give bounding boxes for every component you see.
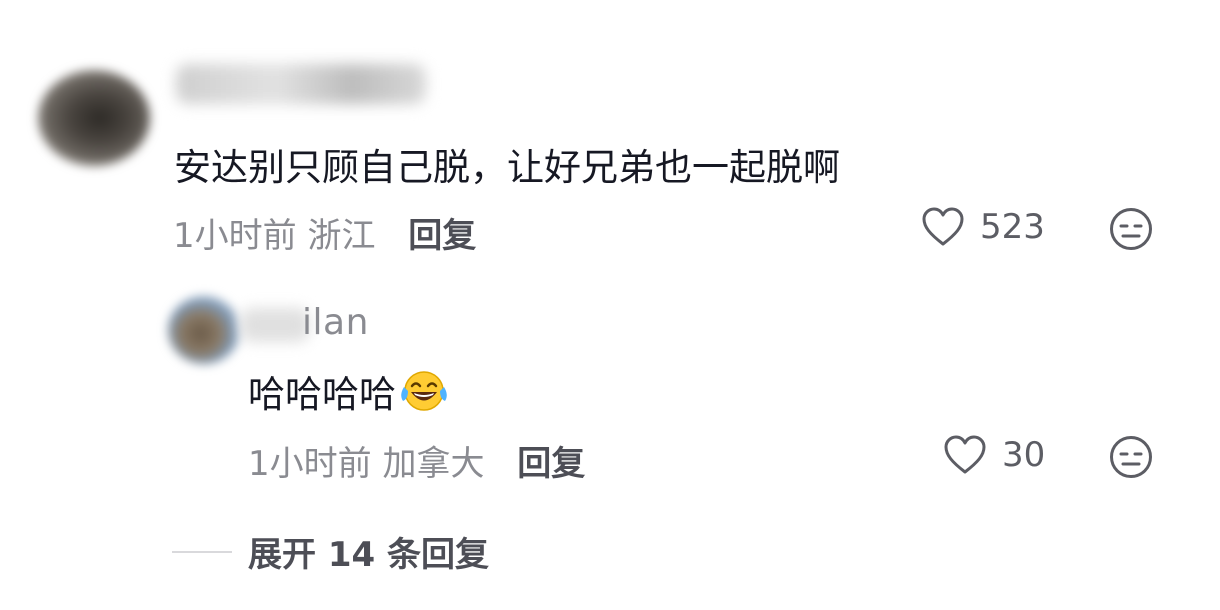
username-blurred[interactable] xyxy=(240,308,310,342)
expand-replies-label: 展开 14 条回复 xyxy=(248,535,489,575)
comment-meta: 1小时前 浙江 回复 xyxy=(173,208,476,257)
reply-text-content: 哈哈哈哈 xyxy=(248,373,396,416)
dislike-button[interactable] xyxy=(1108,434,1154,484)
comment-text: 安达别只顾自己脱，让好兄弟也一起脱啊 xyxy=(174,146,840,189)
username-blurred[interactable] xyxy=(176,64,426,104)
reply-time: 1小时前 xyxy=(248,444,372,484)
neutral-face-icon xyxy=(1110,436,1152,478)
tears-of-joy-emoji xyxy=(401,371,447,411)
username[interactable]: ilan xyxy=(302,302,369,343)
like-count: 523 xyxy=(980,207,1045,247)
dislike-button[interactable] xyxy=(1108,206,1154,256)
like-button[interactable]: 523 xyxy=(920,206,1045,248)
reply-button[interactable]: 回复 xyxy=(517,444,585,484)
reply-text: 哈哈哈哈 xyxy=(248,364,450,418)
comment-time: 1小时前 xyxy=(173,216,297,256)
neutral-face-icon xyxy=(1110,208,1152,250)
reply-location: 加拿大 xyxy=(382,444,485,484)
like-button[interactable]: 30 xyxy=(942,434,1045,476)
reply-button[interactable]: 回复 xyxy=(408,216,476,256)
expand-divider xyxy=(172,550,232,553)
expand-replies-button[interactable]: 展开 14 条回复 xyxy=(172,527,489,576)
comment-location: 浙江 xyxy=(307,216,376,256)
heart-outline-icon xyxy=(944,435,986,474)
like-count: 30 xyxy=(1002,435,1046,475)
reply-meta: 1小时前 加拿大 回复 xyxy=(248,436,585,485)
heart-outline-icon xyxy=(922,207,964,246)
avatar[interactable] xyxy=(38,70,150,166)
avatar[interactable] xyxy=(168,296,240,364)
